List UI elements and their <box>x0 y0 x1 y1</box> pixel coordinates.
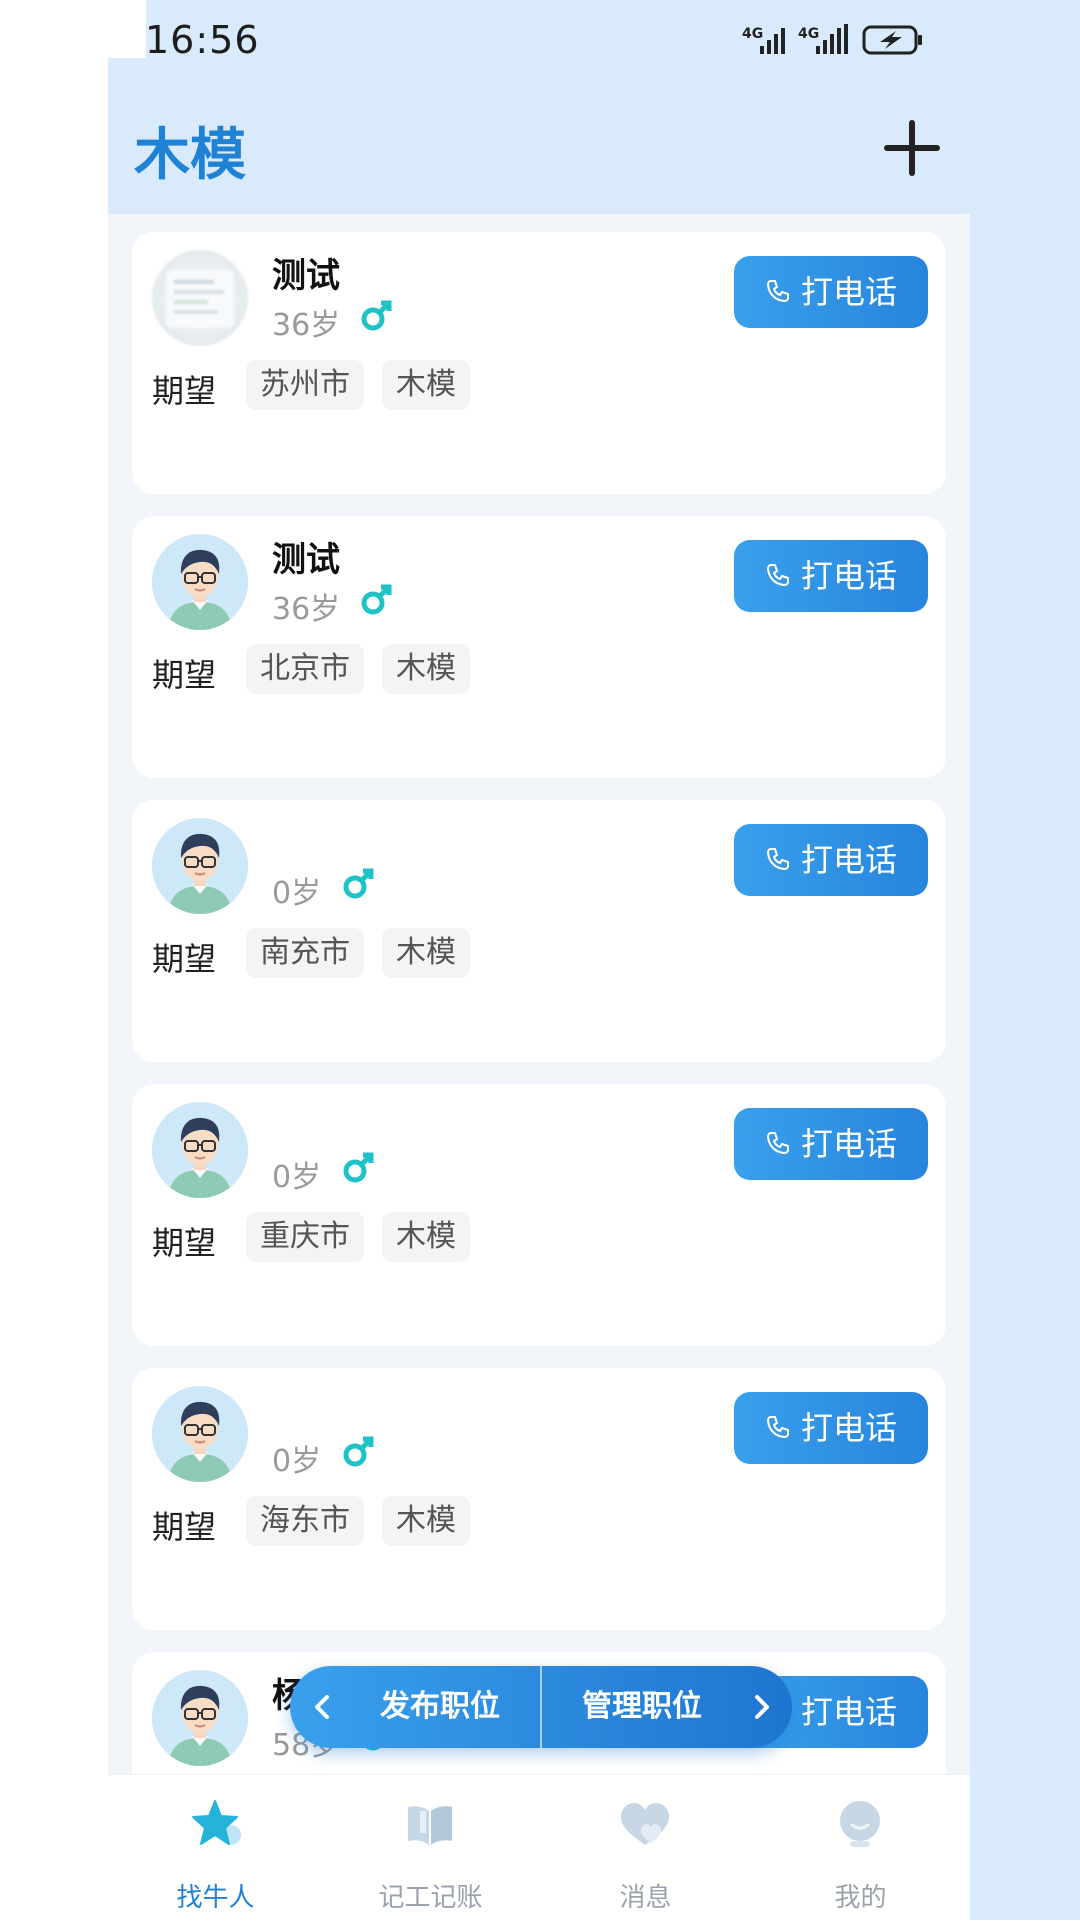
tab-profile[interactable]: 我的 <box>753 1775 968 1921</box>
call-button[interactable]: 打电话 <box>734 1108 928 1180</box>
avatar <box>152 534 248 630</box>
call-button[interactable]: 打电话 <box>734 540 928 612</box>
star-icon <box>192 1800 241 1845</box>
status-time: 16:56 <box>145 18 260 62</box>
job-tag: 木模 <box>382 928 470 978</box>
tab-label: 我的 <box>834 1883 887 1913</box>
call-button[interactable]: 打电话 <box>734 1392 928 1464</box>
worker-name: 测试 <box>272 540 340 580</box>
expect-label: 期望 <box>152 1224 217 1262</box>
expect-label: 期望 <box>152 656 217 694</box>
status-icons: 4G 4G <box>740 22 925 62</box>
tab-find-workers[interactable]: 找牛人 <box>108 1775 323 1921</box>
publish-job-button[interactable]: 发布职位 <box>340 1666 540 1748</box>
worker-age: 36岁 <box>272 592 341 627</box>
expect-label: 期望 <box>152 372 217 410</box>
city-tag: 苏州市 <box>246 360 364 410</box>
worker-card[interactable]: 0岁 期望 海东市 木模 打电话 <box>132 1368 946 1630</box>
worker-age: 36岁 <box>272 308 341 343</box>
tab-bookkeeping[interactable]: 记工记账 <box>323 1775 538 1921</box>
male-icon <box>361 300 392 331</box>
city-tag: 海东市 <box>246 1496 364 1546</box>
expect-label: 期望 <box>152 1508 217 1546</box>
worker-age: 0岁 <box>272 876 322 911</box>
job-tag: 木模 <box>382 1212 470 1262</box>
bottom-tab-bar: 找牛人 记工记账 消息 我的 <box>108 1774 970 1921</box>
signal-label-1: 4G <box>742 26 763 42</box>
signal-bars-2-icon <box>816 24 848 54</box>
book-icon <box>408 1806 452 1845</box>
call-button[interactable]: 打电话 <box>734 824 928 896</box>
call-label: 打电话 <box>800 1125 897 1163</box>
call-label: 打电话 <box>800 1409 897 1447</box>
phone-icon <box>766 848 789 871</box>
avatar <box>152 1102 248 1198</box>
avatar <box>152 250 248 346</box>
chevron-right-icon[interactable] <box>742 1688 780 1726</box>
call-label: 打电话 <box>800 273 897 311</box>
manage-jobs-button[interactable]: 管理职位 <box>542 1666 742 1748</box>
male-icon <box>361 584 392 615</box>
tab-label: 记工记账 <box>378 1883 483 1913</box>
job-tag: 木模 <box>382 1496 470 1546</box>
call-label: 打电话 <box>800 1693 897 1731</box>
avatar <box>152 1670 248 1766</box>
male-icon <box>343 1436 374 1467</box>
tab-label: 找牛人 <box>176 1883 255 1913</box>
signal-bars-1-icon <box>760 28 785 54</box>
call-button[interactable]: 打电话 <box>734 256 928 328</box>
city-tag: 重庆市 <box>246 1212 364 1262</box>
call-label: 打电话 <box>800 841 897 879</box>
job-tag: 木模 <box>382 644 470 694</box>
phone-icon <box>766 280 789 303</box>
worker-card[interactable]: 测试 36岁 期望 苏州市 木模 打电话 <box>132 232 946 494</box>
message-heart-icon <box>621 1803 669 1845</box>
call-label: 打电话 <box>800 557 897 595</box>
tab-label: 消息 <box>619 1883 672 1913</box>
battery-charging-icon <box>862 25 922 55</box>
job-action-pill: 发布职位 管理职位 <box>290 1666 792 1748</box>
job-tag: 木模 <box>382 360 470 410</box>
male-icon <box>343 1152 374 1183</box>
worker-card[interactable]: 0岁 期望 重庆市 木模 打电话 <box>132 1084 946 1346</box>
signal-label-2: 4G <box>798 26 819 42</box>
page-title: 木模 <box>134 123 246 188</box>
tab-messages[interactable]: 消息 <box>538 1775 753 1921</box>
phone-icon <box>766 564 789 587</box>
add-plus-icon[interactable] <box>884 120 940 176</box>
worker-card[interactable]: 0岁 期望 南充市 木模 打电话 <box>132 800 946 1062</box>
city-tag: 北京市 <box>246 644 364 694</box>
phone-icon <box>766 1416 789 1439</box>
worker-age: 0岁 <box>272 1444 322 1479</box>
avatar <box>152 1386 248 1482</box>
phone-icon <box>766 1132 789 1155</box>
profile-icon <box>840 1801 880 1847</box>
avatar <box>152 818 248 914</box>
worker-card[interactable]: 测试 36岁 期望 北京市 木模 打电话 <box>132 516 946 778</box>
expect-label: 期望 <box>152 940 217 978</box>
worker-list: 测试 36岁 期望 苏州市 木模 打电话 测试 36岁 期望 北京市 木模 打电… <box>108 214 970 1774</box>
worker-name: 测试 <box>272 256 340 296</box>
worker-age: 0岁 <box>272 1160 322 1195</box>
city-tag: 南充市 <box>246 928 364 978</box>
male-icon <box>343 868 374 899</box>
chevron-left-icon[interactable] <box>304 1688 342 1726</box>
